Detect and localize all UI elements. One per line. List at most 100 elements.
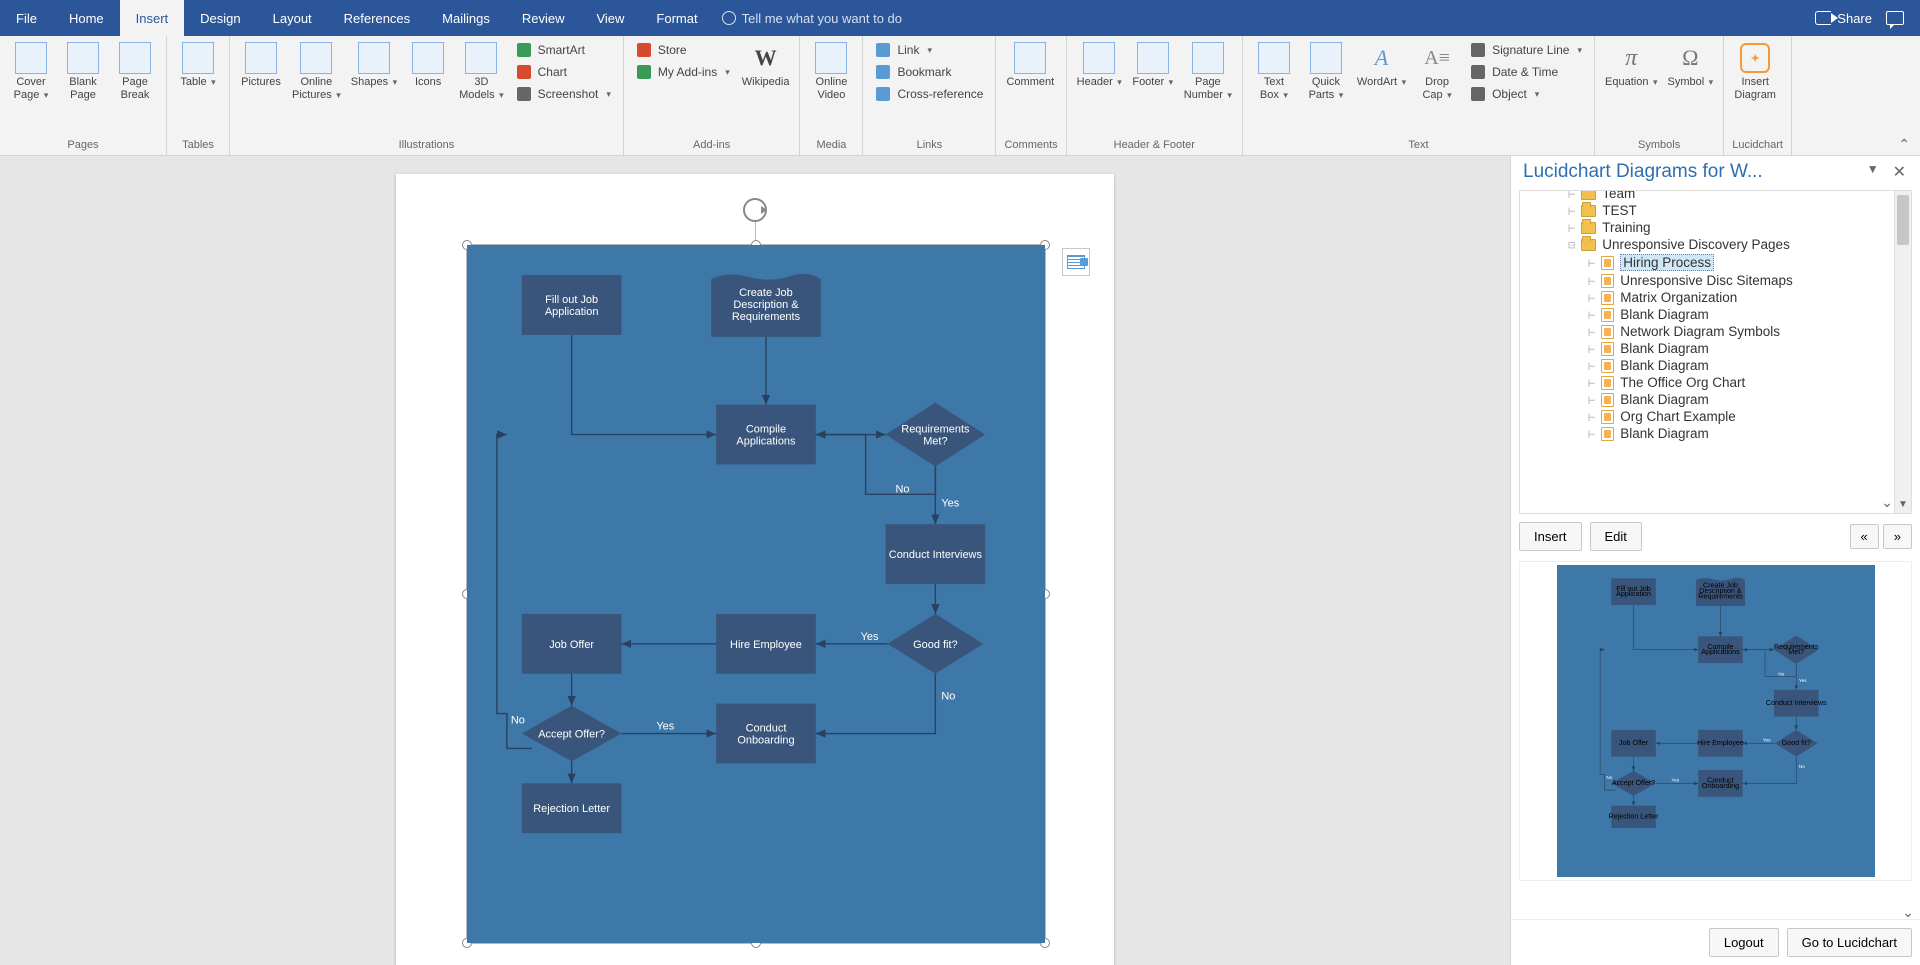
- pane-menu-dropdown[interactable]: ▼: [1863, 160, 1883, 184]
- my-addins-button[interactable]: My Add-ins▾: [632, 62, 734, 82]
- doc-icon: [1601, 308, 1614, 322]
- share-button[interactable]: Share: [1815, 11, 1872, 26]
- insert-diagram-button[interactable]: ✦Insert Diagram: [1732, 40, 1778, 103]
- drop-cap-button[interactable]: A≡Drop Cap ▾: [1414, 40, 1460, 103]
- rotate-handle-icon[interactable]: [743, 198, 767, 222]
- tree-folder[interactable]: ⊢Training: [1524, 219, 1911, 236]
- link-button[interactable]: Link▾: [871, 40, 987, 60]
- folder-icon: [1581, 239, 1596, 251]
- ribbon-group-media: Online VideoMedia: [800, 36, 863, 155]
- 3d-models-button[interactable]: 3D Models ▾: [457, 40, 506, 103]
- tab-references[interactable]: References: [328, 0, 426, 36]
- svg-text:Yes: Yes: [1798, 678, 1806, 683]
- tree-folder[interactable]: ⊢TEST: [1524, 202, 1911, 219]
- edit-button[interactable]: Edit: [1590, 522, 1642, 551]
- svg-text:Rejection Letter: Rejection Letter: [533, 803, 610, 815]
- group-label: Text: [1251, 139, 1586, 153]
- tree-document[interactable]: ⊢Network Diagram Symbols: [1524, 323, 1911, 340]
- expand-tree-icon[interactable]: ⌄: [1881, 494, 1893, 511]
- pane-title: Lucidchart Diagrams for W...: [1523, 161, 1763, 183]
- text-box-button[interactable]: Text Box ▾: [1251, 40, 1297, 103]
- online-pictures-button[interactable]: Online Pictures ▾: [290, 40, 343, 103]
- svg-text:Yes: Yes: [1762, 738, 1770, 743]
- tab-insert[interactable]: Insert: [120, 0, 185, 36]
- signature-line-button[interactable]: Signature Line▾: [1466, 40, 1586, 60]
- doc-icon: [1601, 274, 1614, 288]
- text-box-icon: [1258, 42, 1290, 74]
- tab-review[interactable]: Review: [506, 0, 581, 36]
- tree-document[interactable]: ⊢The Office Org Chart: [1524, 374, 1911, 391]
- tree-folder[interactable]: ⊟Unresponsive Discovery Pages: [1524, 236, 1911, 253]
- smartart-button[interactable]: SmartArt: [512, 40, 615, 60]
- page-number-icon: [1192, 42, 1224, 74]
- diagram-preview: Fill out JobApplicationCreate JobDescrip…: [1519, 561, 1912, 881]
- tree-document[interactable]: ⊢Hiring Process: [1524, 253, 1911, 272]
- quick-parts-button[interactable]: Quick Parts ▾: [1303, 40, 1349, 103]
- shapes-button[interactable]: Shapes ▾: [349, 40, 399, 91]
- doc-icon: [1601, 427, 1614, 441]
- tab-view[interactable]: View: [580, 0, 640, 36]
- tree-folder[interactable]: ⊢Team: [1524, 191, 1911, 202]
- expand-footer-icon[interactable]: ⌄: [1902, 904, 1914, 921]
- blank-page-button[interactable]: Blank Page: [60, 40, 106, 103]
- tree-document[interactable]: ⊢Matrix Organization: [1524, 289, 1911, 306]
- feedback-icon[interactable]: [1886, 11, 1904, 25]
- wordart-button[interactable]: AWordArt ▾: [1355, 40, 1408, 91]
- tree-document[interactable]: ⊢Blank Diagram: [1524, 425, 1911, 442]
- equation-icon: π: [1615, 42, 1647, 74]
- close-pane-button[interactable]: ✕: [1889, 160, 1910, 184]
- comment-button[interactable]: Comment: [1004, 40, 1056, 91]
- lightbulb-icon: [722, 11, 736, 25]
- icons-icon: [412, 42, 444, 74]
- tree-document[interactable]: ⊢Blank Diagram: [1524, 357, 1911, 374]
- ribbon-group-lucidchart: ✦Insert DiagramLucidchart: [1724, 36, 1792, 155]
- store-button[interactable]: Store: [632, 40, 734, 60]
- tree-document[interactable]: ⊢Unresponsive Disc Sitemaps: [1524, 272, 1911, 289]
- selected-object[interactable]: Fill out JobApplicationCreate JobDescrip…: [466, 244, 1046, 944]
- page-number-button[interactable]: Page Number ▾: [1182, 40, 1234, 103]
- logout-button[interactable]: Logout: [1709, 928, 1779, 957]
- group-label: Links: [871, 139, 987, 153]
- prev-page-button[interactable]: «: [1850, 524, 1879, 549]
- layout-options-button[interactable]: [1062, 248, 1090, 276]
- ribbon-group-add-ins: StoreMy Add-ins▾WWikipediaAdd-ins: [624, 36, 801, 155]
- tree-scrollbar[interactable]: ▲ ▼: [1894, 191, 1911, 513]
- tab-home[interactable]: Home: [53, 0, 120, 36]
- equation-button[interactable]: πEquation ▾: [1603, 40, 1659, 91]
- wikipedia-button[interactable]: WWikipedia: [740, 40, 792, 91]
- icons-button[interactable]: Icons: [405, 40, 451, 91]
- footer-button[interactable]: Footer ▾: [1130, 40, 1176, 91]
- date-time-button[interactable]: Date & Time: [1466, 62, 1586, 82]
- tree-document[interactable]: ⊢Blank Diagram: [1524, 306, 1911, 323]
- tree-item-label: Blank Diagram: [1620, 358, 1709, 373]
- object-button[interactable]: Object▾: [1466, 84, 1586, 104]
- tab-layout[interactable]: Layout: [257, 0, 328, 36]
- cross-reference-button[interactable]: Cross-reference: [871, 84, 987, 104]
- scroll-thumb[interactable]: [1897, 195, 1909, 245]
- page-break-button[interactable]: Page Break: [112, 40, 158, 103]
- pictures-button[interactable]: Pictures: [238, 40, 284, 91]
- bookmark-button[interactable]: Bookmark: [871, 62, 987, 82]
- tab-format[interactable]: Format: [640, 0, 713, 36]
- tab-design[interactable]: Design: [184, 0, 256, 36]
- online-video-button[interactable]: Online Video: [808, 40, 854, 103]
- scroll-down-icon[interactable]: ▼: [1895, 496, 1911, 513]
- insert-button[interactable]: Insert: [1519, 522, 1582, 551]
- tab-file[interactable]: File: [0, 0, 53, 36]
- collapse-ribbon-icon[interactable]: ⌃: [1898, 136, 1910, 153]
- tab-mailings[interactable]: Mailings: [426, 0, 506, 36]
- document-area[interactable]: Fill out JobApplicationCreate JobDescrip…: [0, 156, 1510, 965]
- header-icon: [1083, 42, 1115, 74]
- screenshot-button[interactable]: Screenshot▾: [512, 84, 615, 104]
- tree-document[interactable]: ⊢Org Chart Example: [1524, 408, 1911, 425]
- header-button[interactable]: Header ▾: [1075, 40, 1124, 91]
- goto-lucidchart-button[interactable]: Go to Lucidchart: [1787, 928, 1912, 957]
- next-page-button[interactable]: »: [1883, 524, 1912, 549]
- chart-button[interactable]: Chart: [512, 62, 615, 82]
- cover-page-button[interactable]: Cover Page ▾: [8, 40, 54, 103]
- symbol-button[interactable]: ΩSymbol ▾: [1665, 40, 1715, 91]
- tree-document[interactable]: ⊢Blank Diagram: [1524, 391, 1911, 408]
- tell-me-search[interactable]: Tell me what you want to do: [722, 0, 902, 36]
- tree-document[interactable]: ⊢Blank Diagram: [1524, 340, 1911, 357]
- table-button[interactable]: Table ▾: [175, 40, 221, 91]
